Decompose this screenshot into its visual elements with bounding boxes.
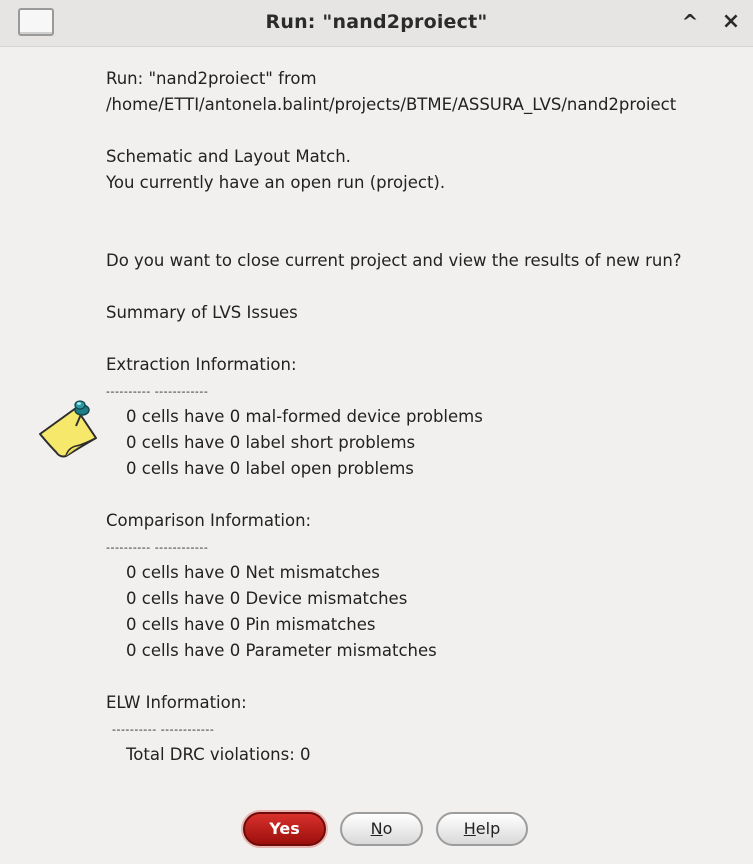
- extraction-item: 0 cells have 0 mal-formed device problem…: [126, 407, 483, 426]
- comparison-heading: Comparison Information:: [106, 511, 312, 530]
- help-button[interactable]: Help: [436, 812, 528, 846]
- extraction-separator: ---------- ------------: [106, 385, 209, 398]
- pinned-note-icon: [36, 398, 102, 460]
- maximize-icon[interactable]: ^: [676, 8, 704, 36]
- extraction-item: 0 cells have 0 label short problems: [126, 433, 416, 452]
- run-line: Run: "nand2proiect" from: [106, 69, 317, 88]
- no-button[interactable]: No: [340, 812, 423, 846]
- extraction-heading: Extraction Information:: [106, 355, 297, 374]
- run-path: /home/ETTI/antonela.balint/projects/BTME…: [106, 95, 677, 114]
- yes-label: Yes: [269, 819, 300, 838]
- title-bar: Run: "nand2proiect" ^ ×: [0, 0, 753, 47]
- help-label-rest: elp: [475, 819, 501, 838]
- elw-heading: ELW Information:: [106, 693, 247, 712]
- window-title: Run: "nand2proiect": [265, 11, 488, 33]
- drc-total: Total DRC violations: 0: [126, 745, 311, 764]
- comparison-item: 0 cells have 0 Pin mismatches: [126, 615, 376, 634]
- open-run-note: You currently have an open run (project)…: [106, 173, 446, 192]
- close-icon[interactable]: ×: [717, 8, 745, 36]
- summary-heading: Summary of LVS Issues: [106, 303, 298, 322]
- match-status: Schematic and Layout Match.: [106, 147, 351, 166]
- no-mnemonic: N: [370, 819, 383, 838]
- yes-button[interactable]: Yes: [243, 812, 326, 846]
- comparison-separator: ---------- ------------: [106, 541, 209, 554]
- comparison-item: 0 cells have 0 Parameter mismatches: [126, 641, 437, 660]
- help-mnemonic: H: [463, 819, 476, 838]
- no-label-rest: o: [382, 819, 393, 838]
- dialog-window: Run: "nand2proiect" ^ × Run: "nand2proie…: [0, 0, 753, 864]
- comparison-item: 0 cells have 0 Net mismatches: [126, 563, 380, 582]
- comparison-item: 0 cells have 0 Device mismatches: [126, 589, 408, 608]
- message-text: Run: "nand2proiect" from /home/ETTI/anto…: [106, 66, 746, 768]
- extraction-item: 0 cells have 0 label open problems: [126, 459, 414, 478]
- close-question: Do you want to close current project and…: [106, 251, 682, 270]
- elw-separator: ---------- ------------: [112, 723, 215, 736]
